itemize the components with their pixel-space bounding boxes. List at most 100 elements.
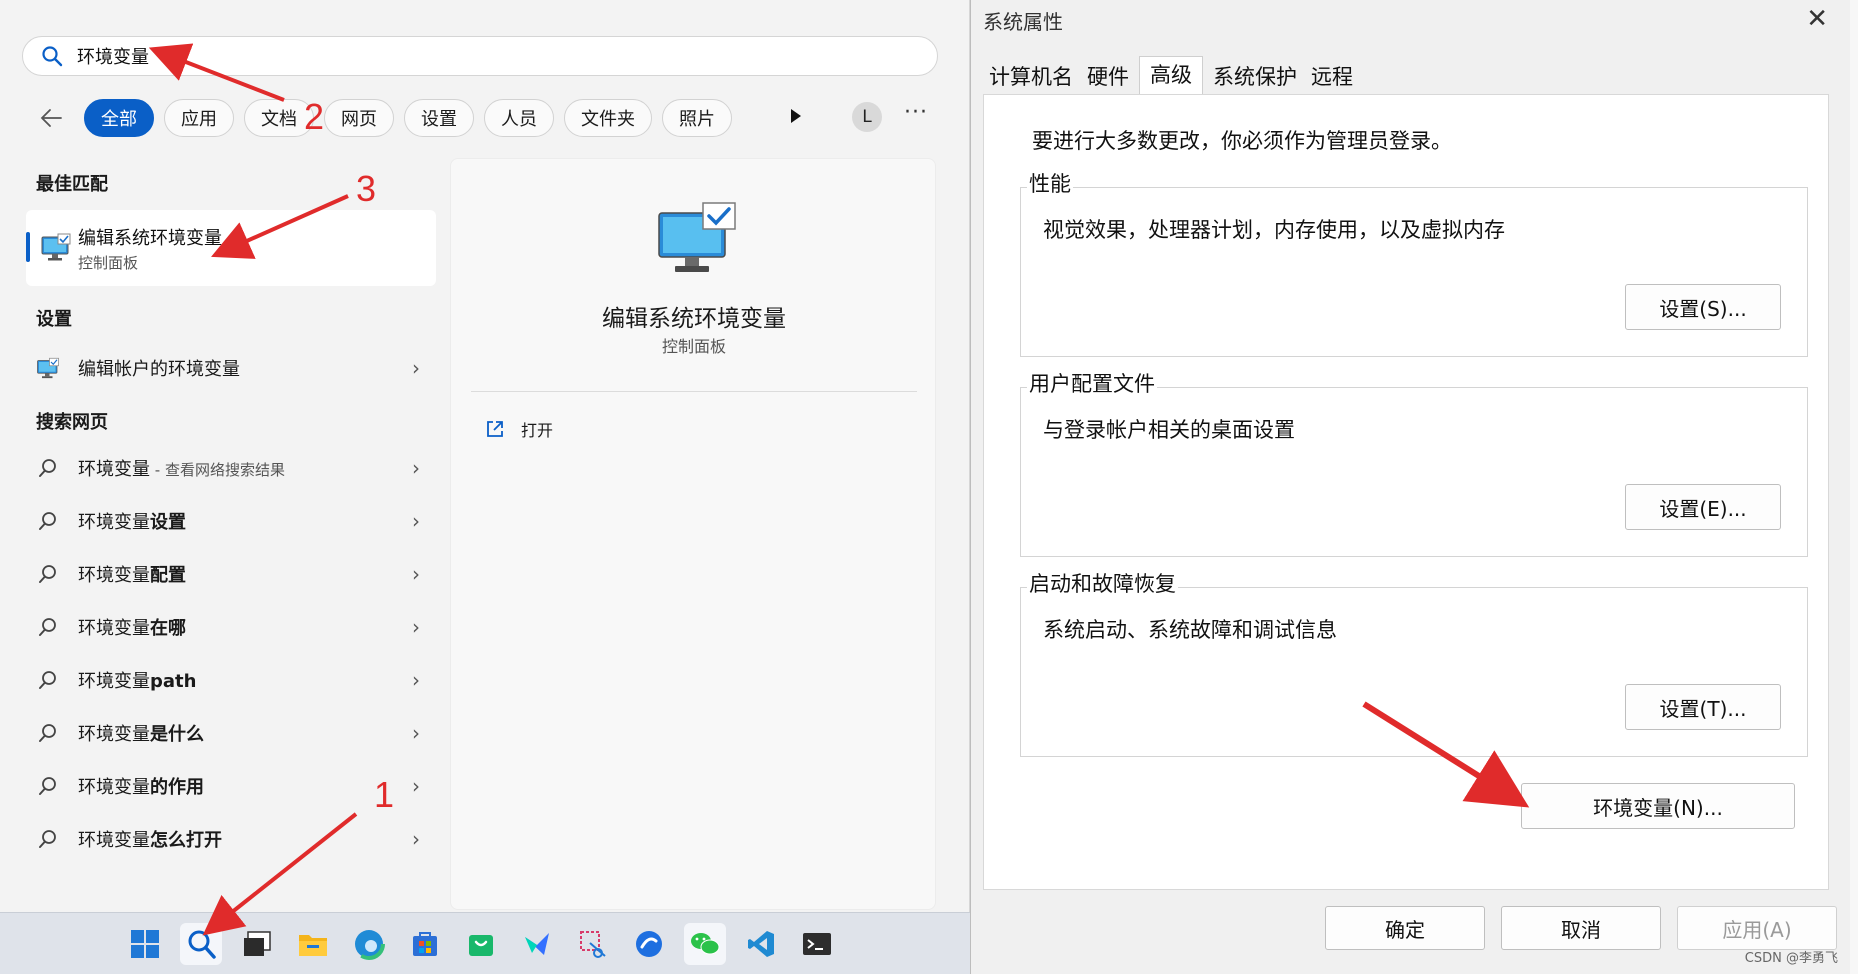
chevron-right-icon: ›: [412, 356, 420, 380]
group-description: 系统启动、系统故障和调试信息: [1043, 618, 1337, 642]
filter-settings[interactable]: 设置: [404, 99, 474, 137]
chevron-right-icon: ›: [412, 562, 420, 586]
annotation-number-3: 3: [356, 168, 377, 209]
filter-folders[interactable]: 文件夹: [564, 99, 652, 137]
search-icon: [36, 562, 60, 586]
dialog-title: 系统属性: [983, 10, 1063, 34]
best-match-subtitle: 控制面板: [78, 254, 139, 272]
cancel-button[interactable]: 取消: [1501, 906, 1661, 950]
environment-variables-button[interactable]: 环境变量(N)...: [1521, 783, 1795, 829]
user-profiles-group: 用户配置文件 与登录帐户相关的桌面设置 设置(E)...: [1020, 368, 1808, 557]
web-search-result[interactable]: 环境变量path ›: [36, 660, 420, 700]
best-match-result[interactable]: 编辑系统环境变量 控制面板: [26, 210, 436, 286]
web-search-result[interactable]: 环境变量 - 查看网络搜索结果 ›: [36, 448, 420, 488]
web-search-heading: 搜索网页: [36, 412, 108, 433]
wechat-icon[interactable]: [684, 923, 726, 965]
search-icon: [36, 668, 60, 692]
web-result-label: 环境变量怎么打开: [78, 830, 222, 851]
selection-indicator: [26, 232, 30, 262]
group-legend: 启动和故障恢复: [1027, 568, 1178, 598]
web-search-result[interactable]: 环境变量怎么打开 ›: [36, 819, 420, 859]
search-icon: [36, 456, 60, 480]
filter-people[interactable]: 人员: [484, 99, 554, 137]
web-search-result[interactable]: 环境变量的作用 ›: [36, 766, 420, 806]
filter-bar: 全部 应用 文档 网页 设置 人员 文件夹 照片 L ···: [36, 98, 936, 138]
file-explorer-icon[interactable]: [292, 923, 334, 965]
web-result-label: 环境变量path: [78, 671, 197, 692]
avatar[interactable]: L: [852, 102, 882, 132]
performance-group: 性能 视觉效果，处理器计划，内存使用，以及虚拟内存 设置(S)...: [1020, 168, 1808, 357]
system-env-large-icon: [657, 201, 737, 277]
filter-apps[interactable]: 应用: [164, 99, 234, 137]
web-result-label: 环境变量设置: [78, 512, 186, 533]
group-legend: 性能: [1027, 168, 1073, 198]
preview-title: 编辑系统环境变量: [602, 306, 786, 332]
vscode-icon[interactable]: [740, 923, 782, 965]
result-preview-pane: 编辑系统环境变量 控制面板 打开: [450, 158, 936, 910]
start-search-panel: 环境变量 全部 应用 文档 网页 设置 人员 文件夹 照片 L ··· 最佳匹配: [0, 0, 970, 912]
group-description: 视觉效果，处理器计划，内存使用，以及虚拟内存: [1043, 218, 1505, 242]
web-search-result[interactable]: 环境变量是什么 ›: [36, 713, 420, 753]
search-icon: [36, 615, 60, 639]
task-view-icon[interactable]: [236, 923, 278, 965]
watermark: CSDN @李勇飞: [1744, 951, 1838, 966]
screen: 环境变量 全部 应用 文档 网页 设置 人员 文件夹 照片 L ··· 最佳匹配: [0, 0, 1858, 974]
search-icon: [36, 827, 60, 851]
chevron-right-icon: ›: [412, 509, 420, 533]
tab-remote[interactable]: 远程: [1307, 60, 1357, 94]
user-profiles-settings-button[interactable]: 设置(E)...: [1625, 484, 1781, 530]
web-result-label: 环境变量是什么: [78, 724, 204, 745]
search-icon[interactable]: [180, 923, 222, 965]
chevron-right-icon: ›: [412, 827, 420, 851]
back-arrow-icon[interactable]: [36, 103, 66, 133]
feishu-icon[interactable]: [516, 923, 558, 965]
web-search-result[interactable]: 环境变量配置 ›: [36, 554, 420, 594]
terminal-icon[interactable]: [796, 923, 838, 965]
play-icon[interactable]: [788, 106, 808, 128]
windows-start-icon[interactable]: [124, 923, 166, 965]
annotation-number-2: 2: [304, 96, 325, 137]
store-icon[interactable]: [404, 923, 446, 965]
close-icon[interactable]: ✕: [1806, 4, 1828, 34]
system-env-icon: [40, 232, 72, 264]
advanced-tab-panel: 要进行大多数更改，你必须作为管理员登录。 性能 视觉效果，处理器计划，内存使用，…: [983, 94, 1829, 890]
browser-icon[interactable]: [628, 923, 670, 965]
tab-system-protection[interactable]: 系统保护: [1209, 60, 1301, 94]
group-description: 与登录帐户相关的桌面设置: [1043, 418, 1295, 442]
snipping-icon[interactable]: [572, 923, 614, 965]
startup-recovery-settings-button[interactable]: 设置(T)...: [1625, 684, 1781, 730]
preview-subtitle: 控制面板: [661, 337, 726, 356]
web-search-result[interactable]: 环境变量设置 ›: [36, 501, 420, 541]
search-icon: [36, 774, 60, 798]
annotation-number-1: 1: [374, 774, 395, 815]
web-result-label: 环境变量的作用: [78, 777, 204, 798]
apply-button[interactable]: 应用(A): [1677, 906, 1837, 950]
shopping-icon[interactable]: [460, 923, 502, 965]
more-options-icon[interactable]: ···: [904, 100, 928, 125]
filter-web[interactable]: 网页: [324, 99, 394, 137]
best-match-title: 编辑系统环境变量: [78, 228, 222, 249]
edge-icon[interactable]: [348, 923, 390, 965]
chevron-right-icon: ›: [412, 721, 420, 745]
performance-settings-button[interactable]: 设置(S)...: [1625, 284, 1781, 330]
filter-photos[interactable]: 照片: [662, 99, 732, 137]
tab-hardware[interactable]: 硬件: [1083, 60, 1133, 94]
tab-computer-name[interactable]: 计算机名: [985, 60, 1077, 94]
chevron-right-icon: ›: [412, 668, 420, 692]
web-result-label: 环境变量在哪: [78, 618, 186, 639]
ok-button[interactable]: 确定: [1325, 906, 1485, 950]
filter-all[interactable]: 全部: [84, 99, 154, 137]
admin-note: 要进行大多数更改，你必须作为管理员登录。: [1032, 129, 1452, 153]
tab-advanced[interactable]: 高级: [1139, 56, 1203, 94]
open-label: 打开: [521, 421, 554, 440]
taskbar: [0, 912, 970, 974]
search-query: 环境变量: [77, 47, 149, 68]
open-external-icon: [485, 419, 505, 439]
open-action[interactable]: 打开: [485, 417, 553, 441]
search-input[interactable]: 环境变量: [22, 36, 938, 76]
divider: [471, 391, 917, 392]
settings-result-account-env[interactable]: 编辑帐户的环境变量 ›: [36, 348, 420, 388]
web-search-result[interactable]: 环境变量在哪 ›: [36, 607, 420, 647]
best-match-heading: 最佳匹配: [36, 174, 108, 195]
system-properties-dialog: 系统属性 ✕ 计算机名 硬件 高级 系统保护 远程 要进行大多数更改，你必须作为…: [970, 0, 1850, 974]
